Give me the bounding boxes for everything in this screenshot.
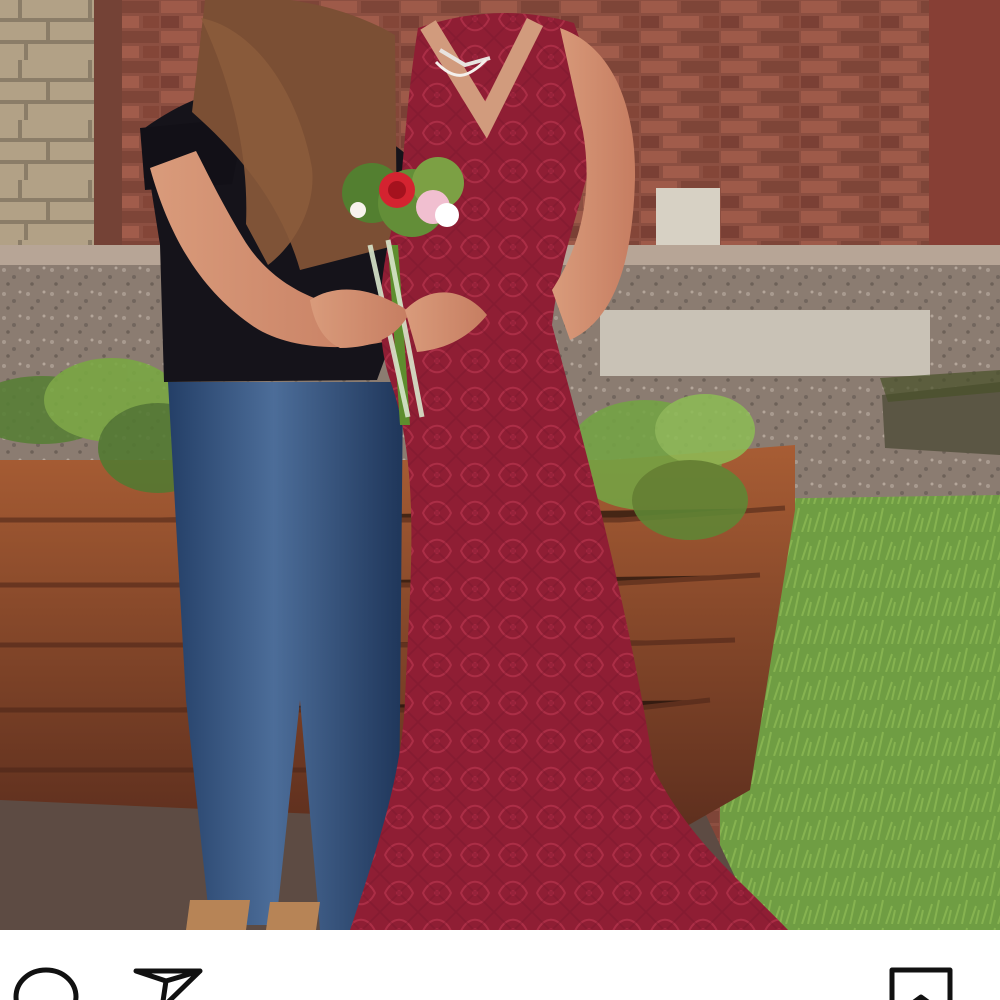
post-photo[interactable] [0,0,1000,930]
comment-icon-graphic [13,967,79,1000]
instagram-post [0,0,1000,1000]
save-icon-graphic [889,967,953,1000]
save-icon[interactable] [886,966,958,1000]
share-icon-graphic [133,968,203,1000]
photo-scene [0,0,1000,930]
comment-icon[interactable] [12,966,84,1000]
post-action-bar [0,930,1000,1000]
share-icon[interactable] [132,966,204,1000]
